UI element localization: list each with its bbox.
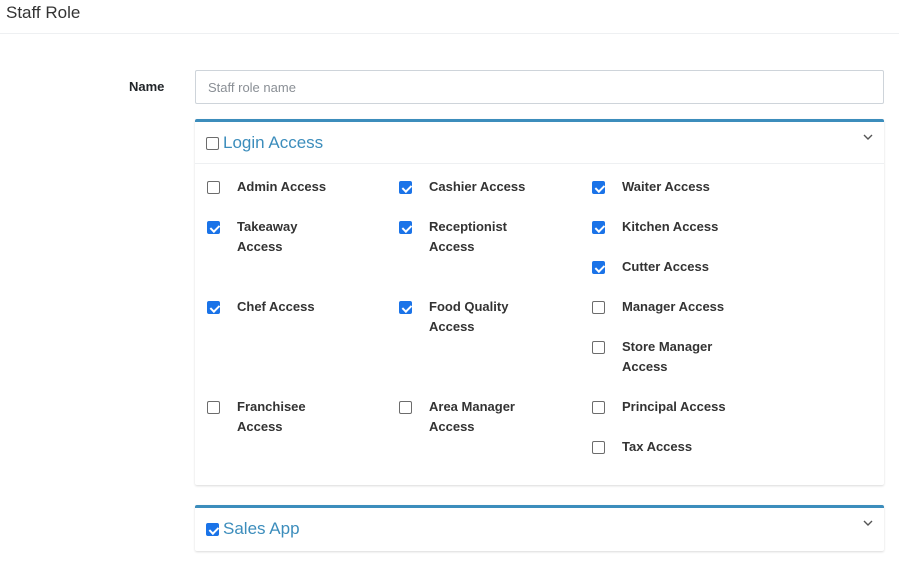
kitchen-access-checkbox[interactable] [592,221,605,234]
page-header: Staff Role [0,0,899,34]
food-quality-access-checkbox[interactable] [399,301,412,314]
login-access-checkbox[interactable] [206,137,219,150]
area-manager-access-label: Area Manager Access [429,399,515,434]
store-manager-access-label: Store Manager Access [622,339,713,374]
receptionist-access-checkbox[interactable] [399,221,412,234]
chef-access-label: Chef Access [237,299,315,314]
takeaway-access-checkbox[interactable] [207,221,220,234]
store-manager-access-checkbox[interactable] [592,341,605,354]
admin-access-checkbox[interactable] [207,181,220,194]
principal-access-label: Principal Access [622,399,726,414]
manager-access-checkbox[interactable] [592,301,605,314]
login-access-header: Login Access [195,122,884,164]
tax-access-label: Tax Access [622,439,693,454]
admin-access-label: Admin Access [237,179,327,194]
franchisee-access-checkbox[interactable] [207,401,220,414]
cutter-access-checkbox[interactable] [592,261,605,274]
name-label: Name [129,79,165,94]
food-quality-access-label: Food Quality Access [429,299,509,334]
page-title: Staff Role [6,3,81,22]
manager-access-label: Manager Access [622,299,725,314]
chef-access-checkbox[interactable] [207,301,220,314]
tax-access-checkbox[interactable] [592,441,605,454]
chevron-down-icon[interactable] [862,131,874,143]
area-manager-access-checkbox[interactable] [399,401,412,414]
sales-app-header: Sales App [195,508,884,550]
cutter-access-label: Cutter Access [622,259,709,274]
sales-app-checkbox[interactable] [206,523,219,536]
waiter-access-label: Waiter Access [622,179,710,194]
login-access-title[interactable]: Login Access [223,133,323,153]
chevron-down-icon[interactable] [862,517,874,529]
waiter-access-checkbox[interactable] [592,181,605,194]
sales-app-card: Sales App [195,505,884,551]
receptionist-access-label: Receptionist Access [429,219,508,254]
takeaway-access-label: Takeaway Access [237,219,298,254]
staff-role-name-input[interactable] [195,70,884,104]
kitchen-access-label: Kitchen Access [622,219,719,234]
franchisee-access-label: Franchisee Access [237,399,306,434]
login-access-card: Login Access Admin Access Takeaway Acces… [195,119,884,485]
principal-access-checkbox[interactable] [592,401,605,414]
sales-app-title[interactable]: Sales App [223,519,300,539]
cashier-access-checkbox[interactable] [399,181,412,194]
cashier-access-label: Cashier Access [429,179,526,194]
